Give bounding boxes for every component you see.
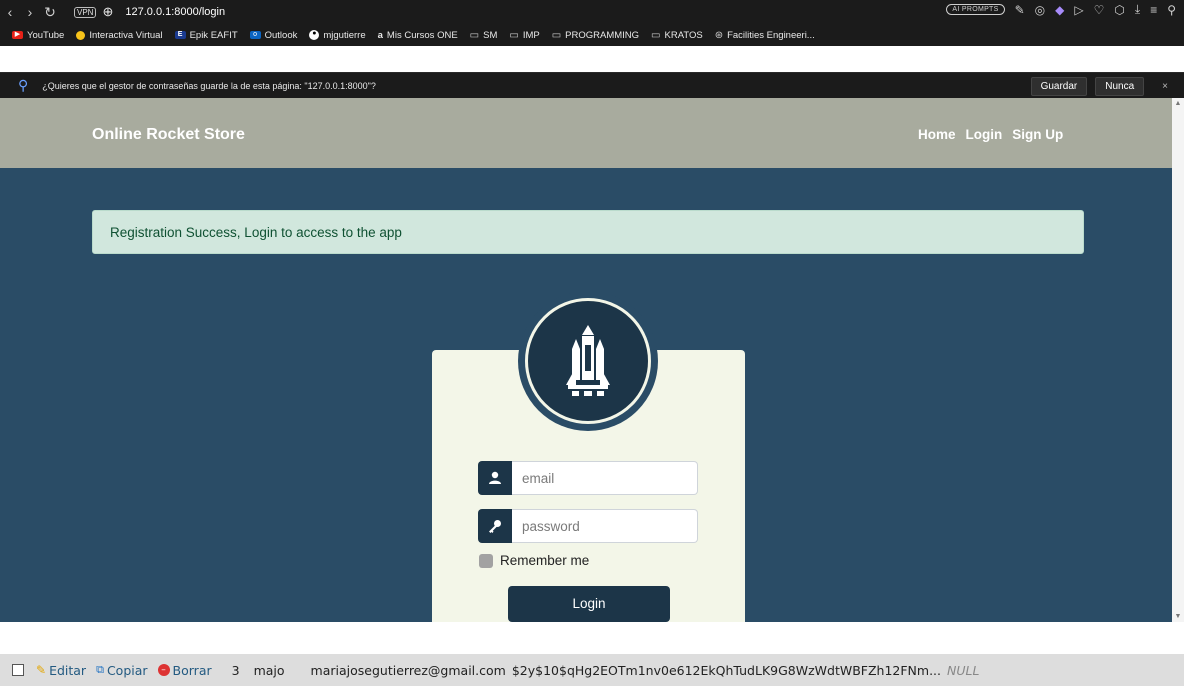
- scroll-up-icon[interactable]: ▲: [1173, 100, 1183, 107]
- nav-signup-link[interactable]: Sign Up: [1012, 127, 1063, 142]
- success-alert: Registration Success, Login to access to…: [92, 210, 1084, 254]
- scroll-down-icon[interactable]: ▼: [1173, 613, 1183, 620]
- mercedes-icon: ⊛: [714, 29, 724, 41]
- password-input[interactable]: [512, 509, 698, 543]
- email-input-group: [478, 461, 698, 495]
- heart-icon[interactable]: ♡: [1094, 3, 1105, 17]
- cell-null: NULL: [947, 662, 980, 678]
- cell-id: 3: [231, 662, 240, 678]
- bookmark-programming[interactable]: ▭ PROGRAMMING: [552, 30, 639, 41]
- folder-icon: ▭: [651, 29, 661, 41]
- page-scrollbar[interactable]: ▲ ▼: [1172, 98, 1184, 622]
- never-save-button[interactable]: Nunca: [1095, 77, 1145, 96]
- site-navbar: Online Rocket Store Home Login Sign Up: [0, 98, 1172, 168]
- github-icon: ●: [309, 30, 320, 40]
- login-button[interactable]: Login: [508, 586, 670, 622]
- bookmarks-bar: ▶ YouTube Interactiva Virtual E Epik EAFIT…: [0, 24, 1184, 46]
- bookmark-interactiva[interactable]: Interactiva Virtual: [76, 30, 163, 41]
- folder-icon: ▭: [551, 29, 562, 41]
- camera-icon[interactable]: ◎: [1035, 3, 1045, 17]
- bookmark-facilities[interactable]: ⊛ Facilities Engineeri...: [715, 30, 815, 41]
- ai-prompts-button[interactable]: AI PROMPTS: [946, 4, 1005, 15]
- logo-ring: [518, 291, 658, 431]
- bookmark-youtube[interactable]: ▶ YouTube: [12, 30, 64, 41]
- site-nav-links: Home Login Sign Up: [918, 127, 1063, 142]
- profile-icon[interactable]: ⚲: [1167, 3, 1176, 17]
- delete-row-button[interactable]: – Borrar: [157, 663, 212, 678]
- toolbar-actions: AI PROMPTS ✎ ◎ ◆ ▷ ♡ ⬡ ⤓ ≡ ⚲: [946, 2, 1176, 17]
- delete-icon: –: [157, 664, 170, 676]
- save-password-button[interactable]: Guardar: [1030, 77, 1088, 96]
- rocket-logo: [525, 298, 651, 424]
- send-icon[interactable]: ▷: [1074, 3, 1083, 17]
- remember-checkbox[interactable]: [479, 553, 493, 568]
- rocket-icon: [566, 325, 610, 396]
- close-icon[interactable]: ×: [1162, 81, 1168, 92]
- bookmark-kratos[interactable]: ▭ KRATOS: [651, 30, 703, 41]
- shield-icon[interactable]: ◆: [1055, 3, 1064, 17]
- pencil-icon: ✎: [36, 663, 47, 677]
- browser-toolbar: ‹ › ↻ VPN ⊕ 127.0.0.1:8000/login AI PROM…: [0, 0, 1184, 46]
- vpn-badge[interactable]: VPN: [74, 6, 97, 18]
- cell-email: mariajosegutierrez@gmail.com: [310, 662, 506, 678]
- cell-password: $2y$10$qHg2EOTm1nv0e612EkQhTudLK9G8WzWdt…: [511, 662, 942, 678]
- key-icon: [478, 509, 512, 543]
- menu-icon[interactable]: ≡: [1150, 3, 1157, 17]
- forward-icon[interactable]: ›: [20, 4, 40, 20]
- folder-icon: ▭: [469, 29, 480, 41]
- table-row: ✎ Editar ⧉ Copiar – Borrar 3 majo mariajose…: [0, 654, 1184, 686]
- bookmark-github[interactable]: ● mjgutierre: [309, 30, 366, 41]
- key-icon: ⚲: [18, 77, 29, 93]
- page-viewport: Online Rocket Store Home Login Sign Up R…: [0, 98, 1172, 622]
- password-save-prompt: ⚲ ¿Quieres que el gestor de contraseñas …: [0, 72, 1184, 98]
- globe-icon: ⊕: [102, 4, 114, 19]
- password-input-group: [478, 509, 698, 543]
- copy-icon: ⧉: [96, 663, 104, 676]
- copy-row-button[interactable]: ⧉ Copiar: [96, 663, 147, 678]
- cube-icon[interactable]: ⬡: [1114, 3, 1124, 17]
- row-checkbox[interactable]: [12, 664, 24, 676]
- address-bar[interactable]: 127.0.0.1:8000/login: [125, 6, 225, 18]
- bookmark-imp[interactable]: ▭ IMP: [509, 30, 539, 41]
- download-icon[interactable]: ⤓: [1135, 2, 1140, 17]
- remember-me[interactable]: Remember me: [479, 553, 589, 568]
- nav-login-link[interactable]: Login: [966, 127, 1003, 142]
- bookmark-sm[interactable]: ▭ SM: [470, 30, 498, 41]
- youtube-icon: ▶: [12, 31, 23, 39]
- bookmark-cursos[interactable]: a Mis Cursos ONE: [378, 30, 458, 41]
- remember-label: Remember me: [500, 553, 590, 568]
- reload-icon[interactable]: ↻: [40, 4, 60, 21]
- cell-name: majo: [253, 662, 285, 678]
- back-icon[interactable]: ‹: [0, 4, 20, 20]
- bookmark-outlook[interactable]: o Outlook: [249, 30, 297, 41]
- amazon-icon: a: [377, 29, 383, 41]
- password-prompt-text: ¿Quieres que el gestor de contraseñas gu…: [42, 80, 376, 91]
- edit-icon[interactable]: ✎: [1015, 3, 1025, 17]
- sun-icon: [76, 30, 86, 40]
- address-row: ‹ › ↻ VPN ⊕ 127.0.0.1:8000/login AI PROM…: [0, 0, 1184, 24]
- outlook-icon: o: [249, 31, 261, 39]
- nav-home-link[interactable]: Home: [918, 127, 956, 142]
- folder-icon: ▭: [509, 29, 519, 41]
- bookmark-epik[interactable]: E Epik EAFIT: [174, 30, 238, 41]
- email-input[interactable]: [512, 461, 698, 495]
- epik-icon: E: [174, 31, 186, 39]
- edit-row-button[interactable]: ✎ Editar: [36, 663, 86, 678]
- site-brand[interactable]: Online Rocket Store: [92, 126, 245, 144]
- user-icon: [478, 461, 512, 495]
